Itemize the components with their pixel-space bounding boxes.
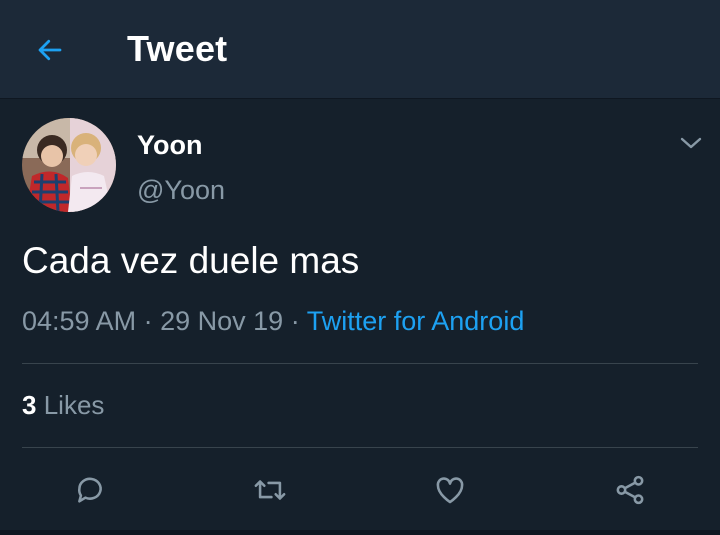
retweet-button[interactable] — [250, 470, 290, 510]
top-app-bar: Tweet — [0, 0, 720, 99]
action-bar — [0, 460, 720, 516]
likes-label: Likes — [43, 390, 105, 420]
share-button[interactable] — [610, 470, 650, 510]
tweet-source-link[interactable]: Twitter for Android — [307, 306, 525, 336]
tweet-meta: 04:59 AM · 29 Nov 19 · Twitter for Andro… — [22, 306, 524, 337]
tweet-menu-button[interactable] — [676, 130, 706, 156]
back-button[interactable] — [28, 30, 72, 70]
author-handle[interactable]: @Yoon — [137, 175, 225, 206]
divider — [22, 363, 698, 364]
heart-icon — [436, 477, 464, 504]
divider — [22, 447, 698, 448]
reply-icon — [78, 477, 102, 503]
chevron-down-icon — [680, 137, 702, 149]
meta-separator: · — [143, 306, 153, 336]
likes-link[interactable]: 3 Likes — [22, 390, 104, 421]
tweet-date: 29 Nov 19 — [160, 306, 284, 336]
meta-separator: · — [290, 306, 300, 336]
tweet-time: 04:59 AM — [22, 306, 137, 336]
tweet-text: Cada vez duele mas — [22, 240, 360, 281]
page-title: Tweet — [127, 28, 228, 69]
like-button[interactable] — [430, 470, 470, 510]
author-name[interactable]: Yoon — [137, 130, 202, 161]
reply-button[interactable] — [70, 470, 110, 510]
share-icon — [616, 475, 644, 505]
retweet-icon — [254, 480, 286, 500]
avatar[interactable] — [22, 118, 116, 212]
arrow-left-icon — [38, 39, 62, 61]
bottom-edge — [0, 530, 720, 535]
likes-count: 3 — [22, 390, 37, 420]
